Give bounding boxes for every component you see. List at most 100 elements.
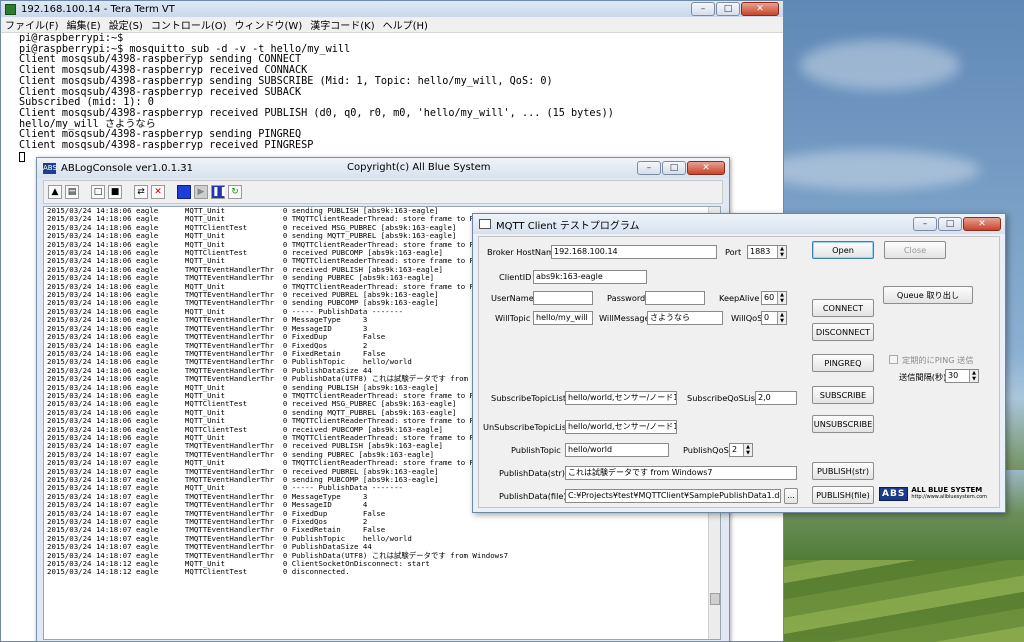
spinner-icon[interactable]: ▲ ▼ <box>969 370 978 382</box>
clientid-input[interactable]: abs9k:163-eagle <box>533 270 647 284</box>
mqtt-title: MQTT Client テストプログラム <box>496 220 640 232</box>
willtopic-input[interactable]: hello/my_will <box>533 311 593 325</box>
publish-data-str-input[interactable]: これは試験データです from Windows7 <box>565 466 797 480</box>
ping-checkbox[interactable] <box>889 355 898 364</box>
subscribe-topic-input[interactable]: hello/world,センサー/ノード1 <box>565 391 677 405</box>
logconsole-titlebar[interactable]: ABS ABLogConsole ver1.0.1.31 Copyright(c… <box>37 158 729 178</box>
port-value: 1883 <box>750 247 771 256</box>
teraterm-menubar: ファイル(F) 編集(E) 設定(S) コントロール(O) ウィンドウ(W) 漢… <box>1 17 783 33</box>
publish-data-file-input[interactable]: C:¥Projects¥test¥MQTTClient¥SamplePublis… <box>565 489 781 503</box>
keepalive-label: KeepAlive <box>719 293 760 303</box>
menu-kanji[interactable]: 漢字コード(K) <box>310 17 374 32</box>
clientid-label: ClientID <box>499 272 532 282</box>
pause-icon[interactable]: ❚❚ <box>211 185 227 199</box>
scroll-thumb[interactable] <box>710 593 720 605</box>
spinner-icon[interactable]: ▲ ▼ <box>777 246 786 258</box>
username-label: UserName <box>491 293 534 303</box>
disconnect-icon[interactable]: ✕ <box>151 185 165 199</box>
interval-input[interactable]: 30 ▲ ▼ <box>945 369 979 383</box>
unsubscribe-button[interactable]: UNSUBSCRIBE <box>812 415 874 433</box>
menu-window[interactable]: ウィンドウ(W) <box>235 17 303 32</box>
sub-list-label: SubscribeTopicList <box>491 393 567 403</box>
keepalive-value: 60 <box>764 293 775 302</box>
menu-setup[interactable]: 設定(S) <box>109 17 143 32</box>
open-icon[interactable]: ▤ <box>65 185 79 199</box>
pub-file-label: PublishData(file) <box>499 491 567 501</box>
menu-file[interactable]: ファイル(F) <box>5 17 59 32</box>
keepalive-input[interactable]: 60 ▲ ▼ <box>761 291 787 305</box>
port-input[interactable]: 1883 ▲ ▼ <box>747 245 787 259</box>
spinner-icon[interactable]: ▲ ▼ <box>743 444 752 456</box>
pingreq-button[interactable]: PINGREQ <box>812 354 874 372</box>
username-input[interactable] <box>533 291 593 305</box>
sub-qos-label: SubscribeQoSList <box>687 393 759 403</box>
unsubscribe-topic-input[interactable]: hello/world,センサー/ノード1 <box>565 420 677 434</box>
refresh-icon[interactable]: ↻ <box>228 185 242 199</box>
minimize-icon[interactable]: – <box>691 2 715 16</box>
spinner-icon[interactable]: ▲ ▼ <box>777 292 786 304</box>
subscribe-qos-input[interactable]: 2,0 <box>755 391 797 405</box>
queue-button[interactable]: Queue 取り出し <box>883 286 973 304</box>
abs-app-icon: ABS <box>43 162 57 174</box>
window-controls: – □ ✕ <box>913 217 1001 231</box>
menu-control[interactable]: コントロール(O) <box>151 17 227 32</box>
close-icon[interactable]: ✕ <box>963 217 1001 231</box>
ping-check-label: 定期的にPING 送信 <box>902 355 974 365</box>
publish-qos-input[interactable]: 2 ▲ ▼ <box>729 443 753 457</box>
logconsole-toolbar: ▲ ▤ □ ■ ⇄ ✕ ▶ ❚❚ ↻ <box>43 180 723 204</box>
terminal-line: Client mosqsub/4398-raspberryp received … <box>19 140 314 152</box>
pub-qos-label: PublishQoS <box>683 445 729 455</box>
terminal-output[interactable]: pi@raspberrypi:~$ pi@raspberrypi:~$ mosqu… <box>1 33 783 164</box>
pub-topic-label: PublishTopic <box>511 445 561 455</box>
unsub-list-label: UnSubscribeTopicList <box>483 422 570 432</box>
all-blue-system-logo: ABS ALL BLUE SYSTEM http://www.allbluesy… <box>879 484 997 503</box>
pub-str-label: PublishData(str) <box>499 468 565 478</box>
window-controls: – □ ✕ <box>691 2 779 16</box>
new-icon[interactable]: □ <box>91 185 105 199</box>
close-button[interactable]: Close <box>884 241 946 259</box>
publish-topic-input[interactable]: hello/world <box>565 443 669 457</box>
log-line: 2015/03/24 14:18:12 eagle MQTTClientTest… <box>47 567 350 577</box>
logconsole-title: ABLogConsole ver1.0.1.31 <box>61 162 193 174</box>
close-icon[interactable]: ✕ <box>687 161 725 175</box>
pub-qos-value: 2 <box>732 445 738 454</box>
menu-help[interactable]: ヘルプ(H) <box>383 17 428 32</box>
password-input[interactable] <box>645 291 705 305</box>
open-folder-icon[interactable]: ▲ <box>48 185 62 199</box>
spinner-icon[interactable]: ▲ ▼ <box>777 312 786 324</box>
willmessage-input[interactable]: さようなら <box>647 311 723 325</box>
maximize-icon[interactable]: □ <box>938 217 962 231</box>
stop-icon[interactable] <box>177 185 191 199</box>
minimize-icon[interactable]: – <box>913 217 937 231</box>
mqtt-form: Broker HostName 192.168.100.14 Port 1883… <box>478 236 1000 508</box>
minimize-icon[interactable]: – <box>637 161 661 175</box>
maximize-icon[interactable]: □ <box>662 161 686 175</box>
teraterm-titlebar[interactable]: 192.168.100.14 - Tera Term VT – □ ✕ <box>1 1 783 17</box>
open-button[interactable]: Open <box>812 241 874 259</box>
port-label: Port <box>725 247 742 257</box>
teraterm-app-icon <box>5 3 16 15</box>
disconnect-button[interactable]: DISCONNECT <box>812 323 874 341</box>
willtopic-label: WillTopic <box>495 313 531 323</box>
broker-label: Broker HostName <box>487 247 560 257</box>
cloud <box>760 150 980 190</box>
browse-button[interactable]: ... <box>784 488 798 504</box>
publish-str-button[interactable]: PUBLISH(str) <box>812 462 874 480</box>
subscribe-button[interactable]: SUBSCRIBE <box>812 386 874 404</box>
publish-file-button[interactable]: PUBLISH(file) <box>812 486 874 504</box>
mqtt-titlebar[interactable]: MQTT Client テストプログラム – □ ✕ <box>473 214 1005 234</box>
connect-icon[interactable]: ⇄ <box>134 185 148 199</box>
play-icon[interactable]: ▶ <box>194 185 208 199</box>
terminal-cursor <box>19 151 25 162</box>
window-controls: – □ ✕ <box>637 161 725 175</box>
terminal-line: Client mosqsub/4398-raspberryp sending S… <box>19 75 553 87</box>
maximize-icon[interactable]: □ <box>716 2 740 16</box>
close-icon[interactable]: ✕ <box>741 2 779 16</box>
willqos-value: 0 <box>764 313 770 322</box>
willqos-input[interactable]: 0 ▲ ▼ <box>761 311 787 325</box>
menu-edit[interactable]: 編集(E) <box>67 17 101 32</box>
connect-button[interactable]: CONNECT <box>812 299 874 317</box>
save-icon[interactable]: ■ <box>108 185 122 199</box>
window-app-icon <box>479 219 491 229</box>
broker-hostname-input[interactable]: 192.168.100.14 <box>551 245 717 259</box>
